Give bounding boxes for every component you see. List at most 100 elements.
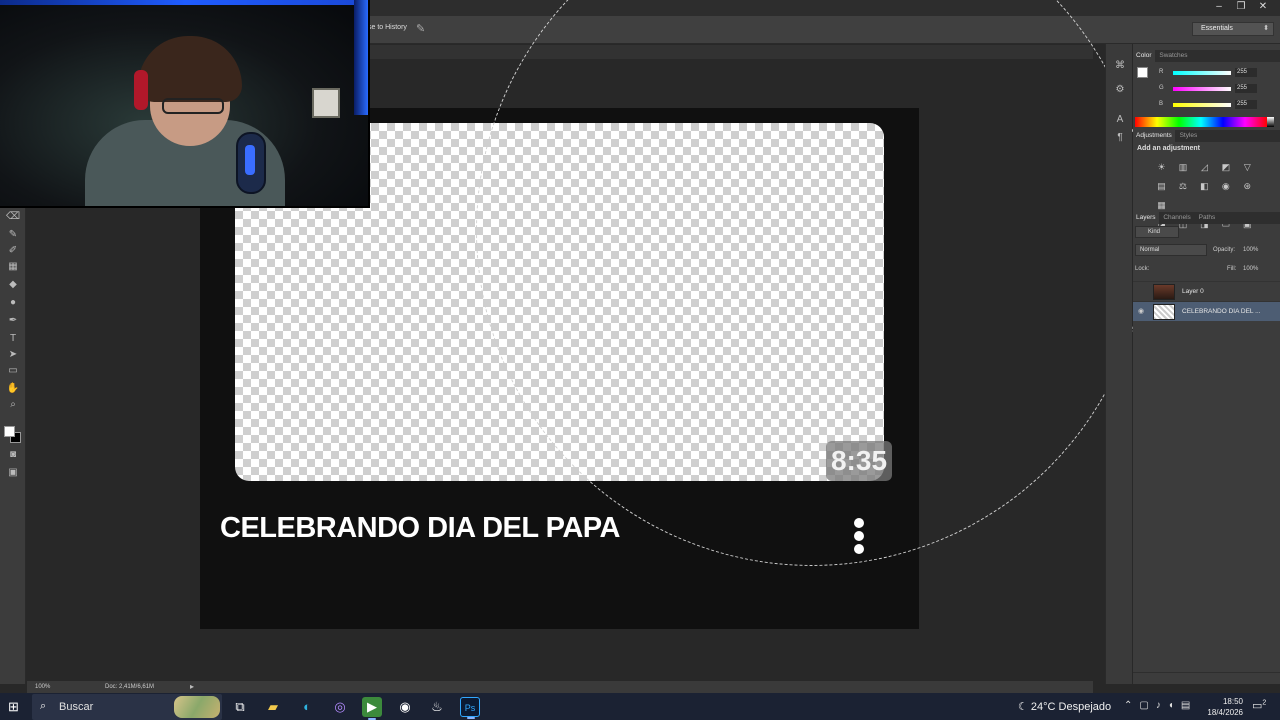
close-button[interactable]: ✕ — [1252, 0, 1274, 14]
layer-kind-filter[interactable]: Kind — [1135, 226, 1179, 238]
notification-icon[interactable]: ▭2 — [1252, 699, 1266, 712]
taskbar-search[interactable]: ⌕ Buscar — [32, 694, 222, 720]
tab-paths[interactable]: Paths — [1196, 212, 1219, 224]
status-menu-arrow-icon[interactable]: ▸ — [190, 682, 194, 691]
channel-mixer-icon[interactable]: ⊛ — [1241, 180, 1254, 193]
blue-value-input[interactable]: 255 — [1235, 100, 1257, 109]
headphones — [134, 70, 148, 110]
brush-pressure-icon[interactable]: ✎ — [416, 22, 430, 36]
visibility-eye-icon[interactable]: ◉ — [1138, 307, 1144, 315]
search-placeholder: Buscar — [59, 701, 94, 713]
volume-icon[interactable]: ◖ — [1168, 700, 1181, 711]
right-panels: Color Swatches R 255 G 255 B 255 Adjustm… — [1133, 44, 1280, 684]
screen-mode-icon[interactable]: ▣ — [6, 466, 20, 480]
fill-input[interactable]: 100% — [1243, 266, 1258, 272]
microphone-light — [245, 145, 255, 175]
search-highlight-image — [174, 696, 220, 718]
fill-label: Fill: — [1227, 266, 1237, 272]
levels-icon[interactable]: ▥ — [1176, 161, 1189, 174]
blue-label: B — [1159, 101, 1164, 107]
file-explorer-icon[interactable]: ▰ — [263, 697, 283, 717]
type-tool-icon[interactable]: T — [6, 332, 20, 346]
layer-row-text[interactable]: ◉ CELEBRANDO DIA DEL ... — [1133, 301, 1280, 321]
steam-icon[interactable]: ♨ — [427, 697, 447, 717]
layers-panel-footer — [1133, 672, 1280, 684]
exposure-icon[interactable]: ◩ — [1219, 161, 1232, 174]
tab-styles[interactable]: Styles — [1177, 130, 1201, 142]
erase-to-history-option[interactable]: se to History — [368, 24, 407, 31]
network-icon[interactable]: ▤ — [1181, 700, 1197, 711]
add-adjustment-heading: Add an adjustment — [1137, 145, 1201, 152]
black-white-ramp[interactable] — [1267, 117, 1274, 127]
workspace-select[interactable]: Essentials — [1192, 22, 1274, 36]
media-player-icon[interactable]: ▶ — [362, 697, 382, 720]
wall-frame — [312, 88, 340, 118]
vibrance-icon[interactable]: ▽ — [1241, 161, 1254, 174]
led-strip-top — [0, 0, 368, 5]
tab-color[interactable]: Color — [1133, 50, 1155, 62]
layers-panel-tabs: Layers Channels Paths — [1133, 212, 1280, 224]
zoom-level[interactable]: 100% — [35, 684, 50, 690]
brightness-icon[interactable]: ☀ — [1155, 161, 1168, 174]
photoshop-icon[interactable]: Ps — [460, 697, 480, 719]
tray-overflow-icon[interactable]: ⌃ — [1124, 700, 1139, 711]
taskbar-clock[interactable]: 18:50 18/4/2026 — [1205, 696, 1243, 718]
panel-dock: ⌘ ⚙ A ¶ — [1105, 44, 1132, 684]
clock-date: 18/4/2026 — [1207, 708, 1243, 717]
zoom-tool-icon[interactable]: ⌕ — [6, 398, 20, 412]
color-lookup-icon[interactable]: ▦ — [1155, 199, 1168, 212]
eraser-tool-icon[interactable]: ⌫ — [6, 210, 20, 224]
paragraph-panel-icon[interactable]: ¶ — [1113, 132, 1127, 146]
blur-tool-icon[interactable]: ◆ — [6, 278, 20, 292]
opacity-label: Opacity: — [1213, 247, 1236, 253]
brush-presets-icon[interactable]: ⚙ — [1113, 84, 1127, 98]
shape-tool-icon[interactable]: ▭ — [6, 364, 20, 378]
obs-icon[interactable]: ◉ — [395, 697, 415, 717]
adjustments-panel-tabs: Adjustments Styles — [1133, 130, 1280, 142]
quick-mask-icon[interactable]: ◙ — [6, 448, 20, 462]
foreground-color-swatch[interactable] — [4, 426, 15, 437]
mic-icon[interactable]: ♪ — [1156, 700, 1168, 711]
tab-channels[interactable]: Channels — [1160, 212, 1193, 224]
green-label: G — [1159, 85, 1164, 91]
start-button[interactable]: ⊞ — [8, 699, 24, 715]
minimize-button[interactable]: – — [1208, 0, 1230, 14]
black-white-icon[interactable]: ◧ — [1198, 180, 1211, 193]
curves-icon[interactable]: ◿ — [1198, 161, 1211, 174]
layer-row-layer-0[interactable]: Layer 0 — [1133, 281, 1280, 301]
lock-label: Lock: — [1135, 266, 1150, 272]
dodge-tool-icon[interactable]: ● — [6, 296, 20, 310]
photo-filter-icon[interactable]: ◉ — [1219, 180, 1232, 193]
blend-mode-select[interactable]: Normal — [1135, 244, 1207, 256]
tab-layers[interactable]: Layers — [1133, 212, 1159, 224]
tab-adjustments[interactable]: Adjustments — [1133, 130, 1175, 142]
pen-tool-icon[interactable]: ✒ — [6, 314, 20, 328]
green-slider-row: G 255 — [1137, 84, 1277, 94]
red-slider[interactable] — [1173, 71, 1231, 75]
path-selection-icon[interactable]: ➤ — [6, 348, 20, 362]
tab-swatches[interactable]: Swatches — [1156, 50, 1190, 62]
maximize-button[interactable]: ❐ — [1230, 0, 1252, 14]
weather-widget[interactable]: ☾ 24°C Despejado — [1018, 700, 1111, 713]
green-slider[interactable] — [1173, 87, 1231, 91]
hand-tool-icon[interactable]: ✋ — [6, 382, 20, 396]
opacity-input[interactable]: 100% — [1243, 247, 1258, 253]
color-balance-icon[interactable]: ⚖ — [1176, 180, 1189, 193]
discord-icon[interactable]: ◎ — [330, 697, 350, 717]
blue-slider[interactable] — [1173, 103, 1231, 107]
character-panel-icon[interactable]: A — [1113, 114, 1127, 128]
green-value-input[interactable]: 255 — [1235, 84, 1257, 93]
edge-browser-icon[interactable]: ◐ — [297, 697, 317, 717]
webcam-overlay — [0, 0, 370, 208]
gradient-tool-icon[interactable]: ▦ — [6, 260, 20, 274]
led-strip-right — [354, 0, 368, 115]
history-panel-icon[interactable]: ⌘ — [1113, 60, 1127, 74]
screen-icon[interactable]: ▢ — [1139, 700, 1155, 711]
task-view-icon[interactable]: ⧉ — [230, 697, 250, 717]
hue-saturation-icon[interactable]: ▤ — [1155, 180, 1168, 193]
red-value-input[interactable]: 255 — [1235, 68, 1257, 77]
color-spectrum-bar[interactable] — [1135, 117, 1267, 127]
brush-tool-icon[interactable]: ✎ — [6, 228, 20, 242]
windows-taskbar: ⊞ ⌕ Buscar ⧉ ▰ ◐ ◎ ▶ ◉ ♨ Ps ☾ 24°C Despe… — [0, 693, 1280, 720]
history-brush-icon[interactable]: ✐ — [6, 244, 20, 258]
